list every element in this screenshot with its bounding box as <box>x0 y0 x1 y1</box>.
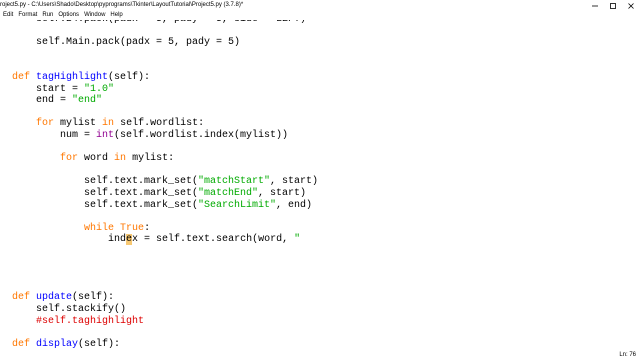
minimize-icon <box>592 5 598 6</box>
code-token: "end" <box>72 95 103 107</box>
code-token: display <box>36 338 79 350</box>
code-token: "SearchLimit" <box>198 199 277 211</box>
code-token: self.text.mark_set( <box>12 199 199 211</box>
code-line: def display(self): <box>12 339 120 351</box>
code-line: start = "1.0" <box>12 84 114 96</box>
code-token: (self): <box>108 72 151 83</box>
code-line: self.B4.pack(padx = 5, pady = 5, side = … <box>12 20 306 26</box>
close-icon <box>628 2 634 9</box>
code-line: self.text.mark_set("SearchLimit", end) <box>12 200 312 212</box>
menu-format[interactable]: Format <box>15 11 37 20</box>
code-token: (self.wordlist.index(mylist)) <box>114 130 289 141</box>
code-token: : <box>144 222 151 234</box>
code-token: def <box>12 292 37 304</box>
menu-bar: Edit Format Run Options Window Help <box>0 11 640 20</box>
code-token: in <box>114 153 127 165</box>
code-token: end = <box>12 95 73 107</box>
code-editor[interactable]: self.B4.pack(padx = 5, pady = 5, side = … <box>0 20 640 351</box>
code-token: (self): <box>78 338 121 350</box>
menu-window[interactable]: Window <box>81 11 105 20</box>
maximize-button[interactable] <box>604 0 622 11</box>
code-line: for word in mylist: <box>12 153 174 165</box>
window-title: roject5.py - C:\Users\Shado\Desktop\pypr… <box>0 2 244 8</box>
code-line: self.Main.pack(padx = 5, pady = 5) <box>12 37 240 49</box>
window-controls <box>586 0 640 11</box>
code-line: #self.taghighlight <box>12 316 144 328</box>
code-token: self.wordlist: <box>114 118 205 130</box>
code-line: self.stackify() <box>12 304 126 316</box>
code-token: mylist: <box>126 153 175 165</box>
code-token: in <box>102 118 115 130</box>
code-token: update <box>36 292 73 304</box>
code-token: self.text.mark_set( <box>12 176 199 188</box>
code-token: tagHighlight <box>36 72 109 83</box>
code-token: word <box>78 153 115 165</box>
close-button[interactable] <box>622 0 640 11</box>
code-line: while True: <box>12 223 150 235</box>
title-bar[interactable]: roject5.py - C:\Users\Shado\Desktop\pypr… <box>0 0 640 11</box>
menu-help[interactable]: Help <box>107 11 122 20</box>
code-token: start = <box>12 83 85 95</box>
code-line: for mylist in self.wordlist: <box>12 118 204 130</box>
code-token: for <box>60 153 79 165</box>
code-token: while <box>84 222 115 234</box>
code-token: , start) <box>258 188 307 199</box>
code-token: x = self.text.search(word, <box>132 234 295 246</box>
code-line: num = int(self.wordlist.index(mylist)) <box>12 130 288 142</box>
minimize-button[interactable] <box>586 0 604 11</box>
code-token: , start) <box>270 176 319 188</box>
code-token: "1.0" <box>84 83 115 95</box>
code-token: int <box>96 130 115 141</box>
code-token: self.B4.pack(padx = 5, pady = 5, side = … <box>12 20 306 25</box>
code-token: mylist <box>54 118 103 130</box>
code-token: "matchStart" <box>198 176 271 188</box>
status-bar: Ln: 76 <box>0 351 640 360</box>
code-token: self.Main.pack(padx = 5, pady = 5) <box>12 37 241 49</box>
menu-options[interactable]: Options <box>55 11 79 20</box>
code-line: def tagHighlight(self): <box>12 72 150 84</box>
menu-edit[interactable]: Edit <box>0 11 13 20</box>
code-line: def update(self): <box>12 292 114 304</box>
code-line: index = self.text.search(word, " <box>12 234 300 246</box>
code-token: def <box>12 338 37 350</box>
code-line: end = "end" <box>12 95 102 107</box>
code-token: num = <box>12 130 97 141</box>
code-token: , end) <box>276 199 313 211</box>
code-token: def <box>12 72 37 83</box>
code-line: self.text.mark_set("matchEnd", start) <box>12 188 306 200</box>
code-line: self.text.mark_set("matchStart", start) <box>12 176 318 188</box>
menu-run[interactable]: Run <box>39 11 53 20</box>
line-column-indicator: Ln: 76 <box>619 352 636 358</box>
code-token: " <box>294 234 301 246</box>
code-token: #self.taghighlight <box>12 315 145 327</box>
code-token: ind <box>12 234 127 246</box>
code-token: True <box>120 222 145 234</box>
code-token: (self): <box>72 292 115 304</box>
code-token: self.text.mark_set( <box>12 188 199 199</box>
code-token: self.stackify() <box>12 304 127 315</box>
code-token: "matchEnd" <box>198 188 259 199</box>
code-token: for <box>36 118 55 130</box>
maximize-icon <box>610 2 616 9</box>
